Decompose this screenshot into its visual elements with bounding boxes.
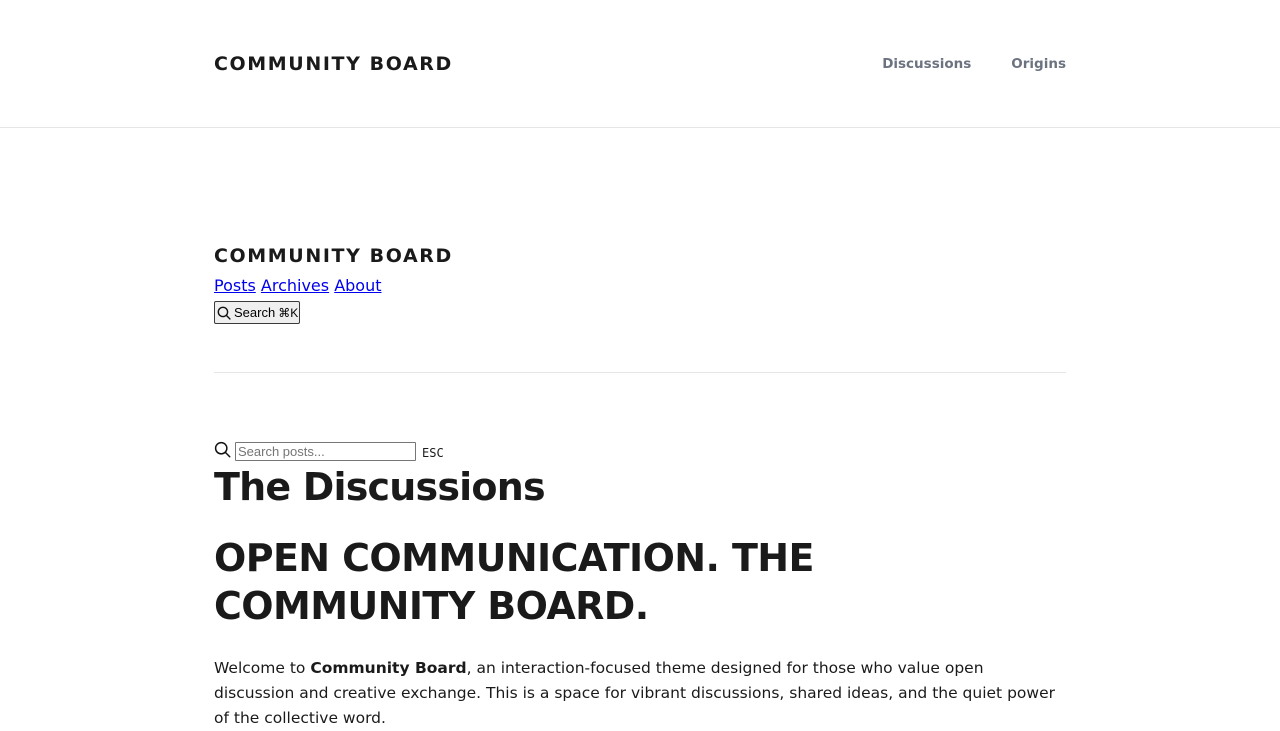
search-input[interactable] [235, 442, 416, 461]
nav-link-origins[interactable]: Origins [1011, 55, 1066, 73]
search-icon [214, 441, 231, 458]
hero-heading: OPEN COMMUNICATION. THE COMMUNITY BOARD. [214, 536, 814, 628]
intro-brand-name: Community Board [310, 659, 467, 677]
primary-nav: Discussions Origins [882, 55, 1066, 73]
esc-hint[interactable]: ESC [422, 446, 444, 460]
nav-link-discussions[interactable]: Discussions [882, 55, 971, 73]
search-button-label: Search [234, 305, 276, 320]
site-header-fallback: COMMUNITY BOARD Posts Archives About Sea… [214, 244, 1066, 324]
site-title[interactable]: COMMUNITY BOARD [214, 244, 1066, 268]
intro-text-before: Welcome to [214, 659, 311, 677]
secondary-nav: Posts Archives About [214, 276, 1066, 296]
search-bar: ESC [214, 438, 444, 461]
search-button[interactable]: Search ⌘K [214, 301, 301, 324]
top-header: COMMUNITY BOARD Discussions Origins [0, 0, 1280, 128]
nav-link-archives[interactable]: Archives [261, 276, 329, 295]
nav-link-posts[interactable]: Posts [214, 276, 256, 295]
header-divider [214, 372, 1066, 373]
site-logo[interactable]: COMMUNITY BOARD [214, 52, 453, 76]
keyboard-shortcut: ⌘K [278, 305, 299, 320]
search-icon [217, 306, 231, 320]
nav-link-about[interactable]: About [334, 276, 381, 295]
main-content: The Discussions OPEN COMMUNICATION. THE … [214, 462, 1066, 731]
page-title: The Discussions [214, 465, 546, 509]
